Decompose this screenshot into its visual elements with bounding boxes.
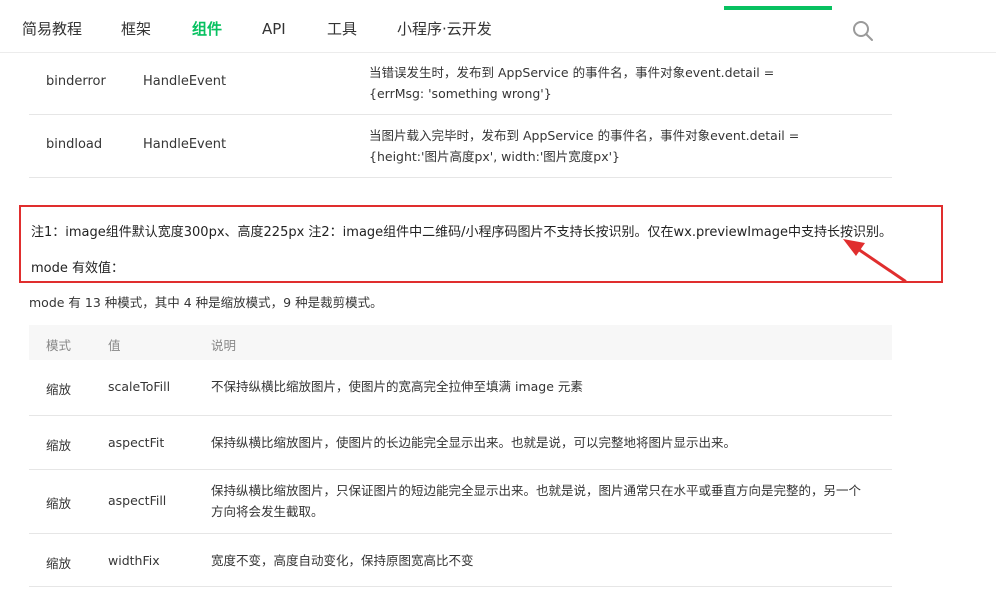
nav-item-api[interactable]: API [262, 19, 286, 39]
table-row: 缩放 aspectFit 保持纵横比缩放图片，使图片的长边能完全显示出来。也就是… [29, 416, 892, 470]
header-value: 值 [108, 338, 121, 353]
cell-description: 保持纵横比缩放图片，使图片的长边能完全显示出来。也就是说，可以完整地将图片显示出… [211, 435, 737, 450]
nav-item-components[interactable]: 组件 [192, 19, 222, 39]
event-name: binderror [46, 74, 106, 89]
nav-item-tutorial[interactable]: 简易教程 [22, 19, 82, 39]
mode-valid-values-heading: mode 有效值： [31, 261, 124, 276]
table-row: 缩放 aspectFill 保持纵横比缩放图片，只保证图片的短边能完全显示出来。… [29, 470, 892, 534]
cell-value: widthFix [108, 553, 160, 568]
header-description: 说明 [211, 338, 237, 353]
event-type: HandleEvent [143, 74, 227, 89]
event-name: bindload [46, 137, 103, 152]
nav-item-framework[interactable]: 框架 [121, 19, 151, 39]
cell-mode: 缩放 [46, 496, 72, 511]
event-type: HandleEvent [143, 137, 227, 152]
note-text: 注1：image组件默认宽度300px、高度225px 注2：image组件中二… [31, 225, 892, 240]
nav-active-underline [724, 6, 832, 10]
cell-mode: 缩放 [46, 382, 72, 397]
cell-value: aspectFit [108, 435, 165, 450]
table-row: 缩放 scaleToFill 不保持纵横比缩放图片，使图片的宽高完全拉伸至填满 … [29, 360, 892, 416]
search-icon[interactable] [852, 20, 874, 42]
mode-intro-text: mode 有 13 种模式，其中 4 种是缩放模式，9 种是裁剪模式。 [29, 295, 383, 310]
cell-description: 不保持纵横比缩放图片，使图片的宽高完全拉伸至填满 image 元素 [211, 379, 583, 394]
cell-mode: 缩放 [46, 438, 72, 453]
event-description: 当图片载入完毕时，发布到 AppService 的事件名，事件对象event.d… [369, 128, 800, 164]
cell-description: 保持纵横比缩放图片，只保证图片的短边能完全显示出来。也就是说，图片通常只在水平或… [211, 483, 862, 519]
cell-value: scaleToFill [108, 379, 171, 394]
header-mode: 模式 [46, 338, 72, 353]
nav-item-cloud-dev[interactable]: 小程序·云开发 [397, 19, 492, 39]
nav-item-tools[interactable]: 工具 [327, 19, 357, 39]
top-nav: 简易教程 框架 组件 API 工具 小程序·云开发 [0, 0, 996, 53]
table-row: 缩放 widthFix 宽度不变，高度自动变化，保持原图宽高比不变 [29, 534, 892, 587]
note-highlight-box: 注1：image组件默认宽度300px、高度225px 注2：image组件中二… [19, 205, 943, 283]
table-header: 模式 值 说明 [29, 325, 892, 360]
table-row: bindload HandleEvent 当图片载入完毕时，发布到 AppSer… [29, 115, 892, 178]
cell-description: 宽度不变，高度自动变化，保持原图宽高比不变 [211, 553, 474, 568]
cell-mode: 缩放 [46, 556, 72, 571]
event-description: 当错误发生时，发布到 AppService 的事件名，事件对象event.det… [369, 65, 775, 101]
table-row: binderror HandleEvent 当错误发生时，发布到 AppServ… [29, 52, 892, 115]
cell-value: aspectFill [108, 493, 167, 508]
